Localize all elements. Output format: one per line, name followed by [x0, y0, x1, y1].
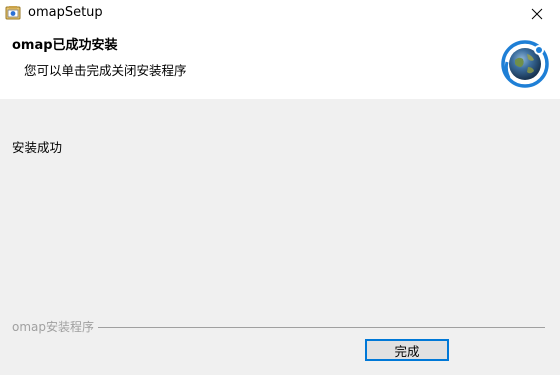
title-bar: omapSetup — [0, 0, 560, 28]
wizard-body: 安装成功 omap安装程序 完成 — [0, 99, 560, 375]
branding-divider — [96, 327, 545, 328]
install-status: 安装成功 — [12, 140, 63, 155]
branding-text: omap安装程序 — [12, 320, 99, 334]
installer-icon — [5, 5, 21, 21]
wizard-header: omap已成功安装 您可以单击完成关闭安装程序 — [0, 28, 560, 99]
globe-logo-icon — [501, 40, 549, 88]
close-button[interactable] — [514, 0, 560, 28]
page-subtitle: 您可以单击完成关闭安装程序 — [24, 63, 187, 78]
window-title: omapSetup — [28, 5, 103, 20]
finish-button[interactable]: 完成 — [365, 339, 449, 361]
page-title: omap已成功安装 — [12, 38, 118, 53]
close-icon — [531, 5, 543, 24]
